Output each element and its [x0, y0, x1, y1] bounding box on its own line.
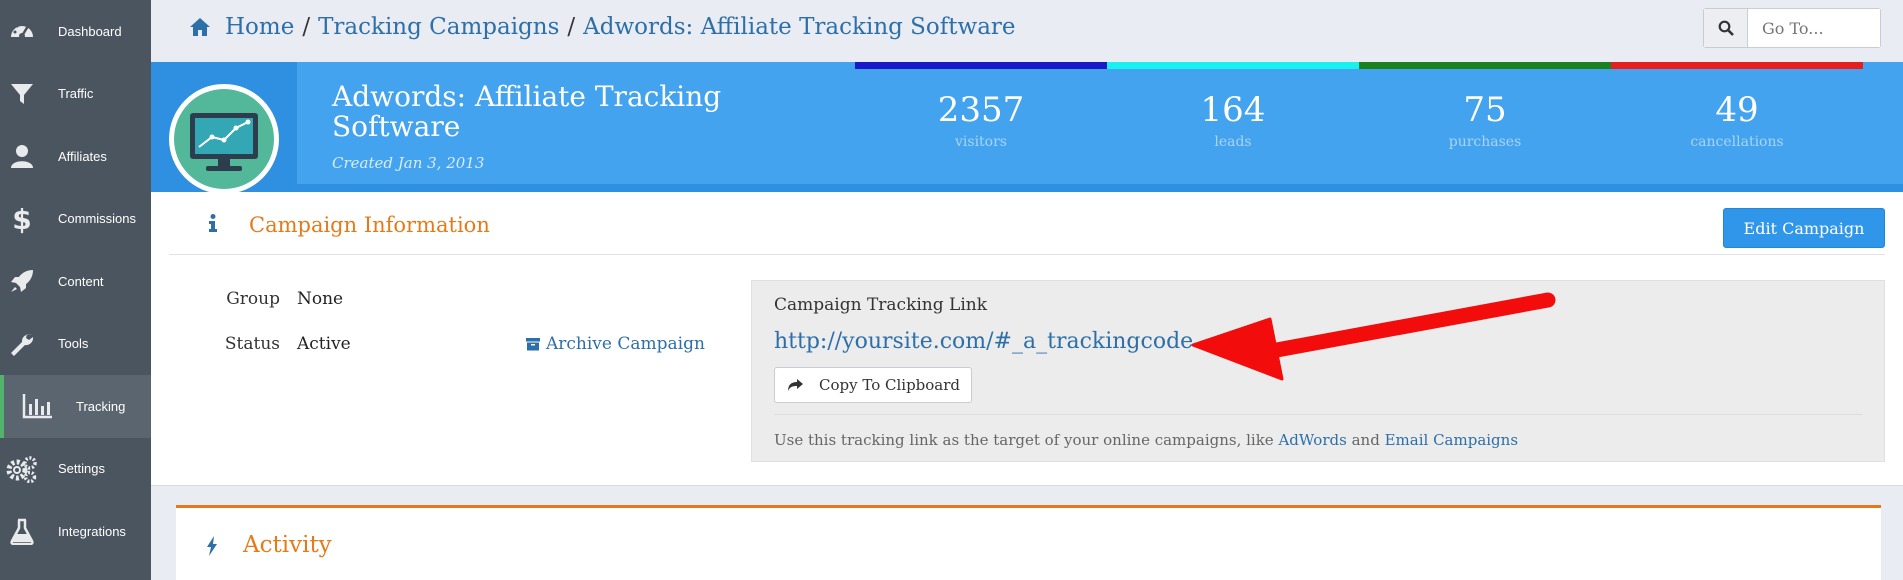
- breadcrumb-home-link[interactable]: Home: [225, 14, 294, 40]
- search-icon[interactable]: [1704, 9, 1748, 47]
- rocket-icon: [6, 265, 38, 297]
- dollar-icon: $: [6, 203, 38, 235]
- tracking-link-label: Campaign Tracking Link: [774, 295, 988, 315]
- sidebar: Dashboard Traffic Affiliates $ Commissio…: [0, 0, 151, 580]
- sidebar-item-label: Settings: [58, 461, 105, 477]
- group-value: None: [297, 289, 344, 309]
- sidebar-item-label: Commissions: [58, 211, 137, 227]
- tracking-help-text: Use this tracking link as the target of …: [774, 431, 1518, 449]
- breadcrumb-separator: /: [567, 14, 576, 40]
- sidebar-item-label: Integrations: [58, 523, 126, 539]
- sidebar-item-label: Content: [58, 273, 104, 289]
- archive-icon: [526, 338, 540, 351]
- stat-value: 2357: [937, 90, 1025, 130]
- panel-title: Campaign Information: [249, 213, 490, 237]
- campaign-title: Adwords: Affiliate Tracking Software: [332, 80, 722, 144]
- stat-value: 49: [1715, 90, 1759, 130]
- campaign-header: Adwords: Affiliate Tracking Software Cre…: [151, 62, 1903, 194]
- gauge-icon: [6, 15, 38, 47]
- bar-chart-icon: [22, 390, 54, 422]
- adwords-link[interactable]: AdWords: [1278, 431, 1346, 449]
- email-campaigns-link[interactable]: Email Campaigns: [1385, 431, 1518, 449]
- home-icon[interactable]: [189, 17, 211, 37]
- sidebar-item-integrations[interactable]: Integrations: [0, 500, 151, 563]
- stat-visitors: 2357 visitors: [855, 90, 1107, 150]
- activity-title: Activity: [243, 532, 332, 558]
- goto-input[interactable]: [1748, 9, 1880, 47]
- sidebar-item-label: Dashboard: [58, 23, 122, 39]
- archive-campaign-label: Archive Campaign: [546, 334, 705, 354]
- sidebar-item-label: Tools: [58, 336, 89, 352]
- share-arrow-icon: [788, 379, 803, 391]
- status-value: Active: [297, 334, 351, 354]
- user-icon: [6, 140, 38, 172]
- top-bar: Home / Tracking Campaigns / Adwords: Aff…: [151, 0, 1903, 62]
- stat-leads: 164 leads: [1107, 90, 1359, 150]
- bolt-icon: [206, 536, 218, 560]
- banner-bottom-strip: [297, 184, 1903, 192]
- campaign-information-panel: Campaign Information Edit Campaign Group…: [151, 192, 1903, 486]
- stat-value: 164: [1200, 90, 1266, 130]
- archive-campaign-link[interactable]: Archive Campaign: [526, 334, 705, 354]
- edit-campaign-button[interactable]: Edit Campaign: [1723, 208, 1885, 248]
- funnel-icon: [6, 78, 38, 110]
- sidebar-item-content[interactable]: Content: [0, 250, 151, 313]
- stat-label: purchases: [1448, 134, 1522, 150]
- sidebar-item-commissions[interactable]: $ Commissions: [0, 188, 151, 251]
- campaign-icon: [169, 84, 279, 194]
- visitors-color-bar: [855, 62, 1107, 69]
- sidebar-item-dashboard[interactable]: Dashboard: [0, 0, 151, 63]
- breadcrumb-tracking-campaigns-link[interactable]: Tracking Campaigns: [318, 14, 559, 40]
- copy-to-clipboard-button[interactable]: Copy To Clipboard: [774, 367, 972, 403]
- sidebar-item-label: Traffic: [58, 86, 94, 102]
- divider: [774, 414, 1862, 415]
- sidebar-item-label: Affiliates: [58, 148, 107, 164]
- stat-label: visitors: [955, 134, 1007, 150]
- info-icon: [209, 214, 217, 236]
- copy-to-clipboard-label: Copy To Clipboard: [819, 376, 961, 394]
- tracking-link-url[interactable]: http://yoursite.com/#_a_trackingcode: [774, 329, 1193, 354]
- sidebar-item-tools[interactable]: Tools: [0, 313, 151, 376]
- leads-color-bar: [1107, 62, 1359, 69]
- breadcrumb-separator: /: [302, 14, 311, 40]
- tracking-link-box: Campaign Tracking Link http://yoursite.c…: [751, 280, 1885, 462]
- stat-value: 75: [1463, 90, 1507, 130]
- campaign-icon-box: [151, 62, 297, 194]
- svg-text:$: $: [12, 204, 31, 234]
- sidebar-item-affiliates[interactable]: Affiliates: [0, 125, 151, 188]
- sidebar-item-label: Tracking: [76, 398, 126, 414]
- breadcrumb-current[interactable]: Adwords: Affiliate Tracking Software: [583, 14, 1015, 40]
- purchases-color-bar: [1359, 62, 1611, 69]
- goto-search: [1703, 8, 1881, 48]
- sidebar-item-traffic[interactable]: Traffic: [0, 63, 151, 126]
- cancellations-color-bar: [1611, 62, 1863, 69]
- gears-icon: [6, 453, 38, 485]
- activity-panel: Activity: [176, 505, 1881, 580]
- sidebar-item-tracking[interactable]: Tracking: [0, 375, 151, 438]
- stat-cancellations: 49 cancellations: [1611, 90, 1863, 150]
- help-text-and: and: [1351, 431, 1380, 449]
- stat-purchases: 75 purchases: [1359, 90, 1611, 150]
- help-text-prefix: Use this tracking link as the target of …: [774, 431, 1274, 449]
- stat-label: cancellations: [1690, 134, 1784, 150]
- group-label: Group: [226, 289, 280, 309]
- breadcrumb: Home / Tracking Campaigns / Adwords: Aff…: [189, 14, 1016, 40]
- wrench-icon: [6, 328, 38, 360]
- panel-header: Campaign Information Edit Campaign: [169, 192, 1885, 255]
- sidebar-item-settings[interactable]: Settings: [0, 438, 151, 501]
- stat-label: leads: [1214, 134, 1252, 150]
- status-label: Status: [224, 334, 280, 354]
- flask-icon: [6, 515, 38, 547]
- campaign-created-date: Created Jan 3, 2013: [332, 154, 485, 172]
